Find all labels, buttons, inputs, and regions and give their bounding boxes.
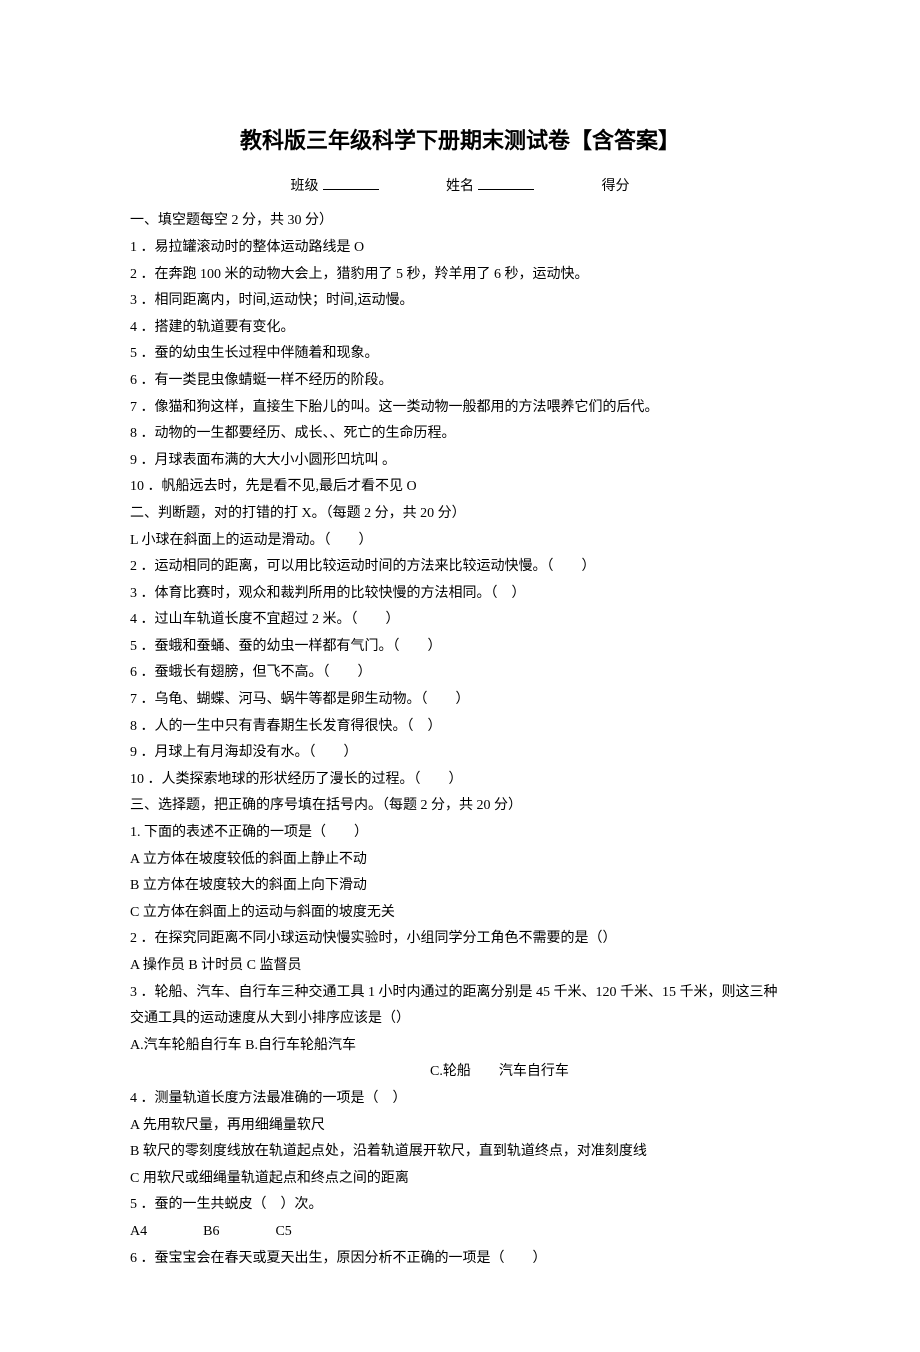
s3-q3-row: A.汽车轮船自行车 B.自行车轮船汽车 C.轮船 汽车自行车 xyxy=(130,1033,790,1086)
title: 教科版三年级科学下册期末测试卷【含答案】 xyxy=(130,120,790,162)
name-label: 姓名 xyxy=(446,179,474,194)
s3-q4: 4 ．测量轨道长度方法最准确的一项是（ ） xyxy=(130,1086,790,1113)
s2-q5: 5 ．蚕蛾和蚕蛹、蚕的幼虫一样都有气门。（ ） xyxy=(130,634,790,661)
section2-head: 二、判断题，对的打错的打 X。（每题 2 分，共 20 分） xyxy=(130,501,790,528)
s2-q10: 10 ．人类探索地球的形状经历了漫长的过程。（ ） xyxy=(130,767,790,794)
s1-q6: 6 ．有一类昆虫像蜻蜓一样不经历的阶段。 xyxy=(130,368,790,395)
s3-q5a: A4 B6 C5 xyxy=(130,1219,790,1246)
s1-q7: 7 ．像猫和狗这样，直接生下胎儿的叫。这一类动物一般都用的方法喂养它们的后代。 xyxy=(130,395,790,422)
name-blank[interactable] xyxy=(478,189,534,190)
class-label: 班级 xyxy=(291,179,319,194)
s1-q3: 3 ．相同距离内，时间,运动快；时间,运动慢。 xyxy=(130,288,790,315)
s3-q3: 3 ．轮船、汽车、自行车三种交通工具 1 小时内通过的距离分别是 45 千米、1… xyxy=(130,980,790,1033)
s2-q4: 4 ．过山车轨道长度不宜超过 2 米。（ ） xyxy=(130,607,790,634)
s3-q6: 6 ．蚕宝宝会在春天或夏天出生，原因分析不正确的一项是（ ） xyxy=(130,1246,790,1273)
s1-q8: 8 ．动物的一生都要经历、成长、、死亡的生命历程。 xyxy=(130,421,790,448)
section1-head: 一、填空题每空 2 分，共 30 分） xyxy=(130,208,790,235)
s3-q4c: C 用软尺或细绳量轨道起点和终点之间的距离 xyxy=(130,1166,790,1193)
s1-q1: 1 ．易拉罐滚动时的整体运动路线是 O xyxy=(130,235,790,262)
s3-q1a: A 立方体在坡度较低的斜面上静止不动 xyxy=(130,847,790,874)
s1-q9: 9 ．月球表面布满的大大小小圆形凹坑叫 。 xyxy=(130,448,790,475)
score-label: 得分 xyxy=(602,179,630,194)
s2-q7: 7 ．乌龟、蝴蝶、河马、蜗牛等都是卵生动物。（ ） xyxy=(130,687,790,714)
s1-q5: 5 ．蚕的幼虫生长过程中伴随着和现象。 xyxy=(130,341,790,368)
s1-q10: 10 ．帆船远去时，先是看不见,最后才看不见 O xyxy=(130,474,790,501)
s2-q9: 9 ．月球上有月海却没有水。（ ） xyxy=(130,740,790,767)
class-blank[interactable] xyxy=(323,189,379,190)
s2-q1: L 小球在斜面上的运动是滑动。（ ） xyxy=(130,528,790,555)
s3-q4b: B 软尺的零刻度线放在轨道起点处，沿着轨道展开软尺，直到轨道终点，对准刻度线 xyxy=(130,1139,790,1166)
s3-q1: 1. 下面的表述不正确的一项是（ ） xyxy=(130,820,790,847)
s2-q6: 6 ．蚕蛾长有翅膀，但飞不高。（ ） xyxy=(130,660,790,687)
s3-q1b: B 立方体在坡度较大的斜面上向下滑动 xyxy=(130,873,790,900)
s3-q4a: A 先用软尺量，再用细绳量软尺 xyxy=(130,1113,790,1140)
s1-q4: 4 ．搭建的轨道要有变化。 xyxy=(130,315,790,342)
s2-q2: 2 ．运动相同的距离，可以用比较运动时间的方法来比较运动快慢。（ ） xyxy=(130,554,790,581)
s1-q2: 2 ．在奔跑 100 米的动物大会上，猎豹用了 5 秒，羚羊用了 6 秒，运动快… xyxy=(130,262,790,289)
s2-q3: 3 ．体育比赛时，观众和裁判所用的比较快慢的方法相同。（ ） xyxy=(130,581,790,608)
s3-q2a: A 操作员 B 计时员 C 监督员 xyxy=(130,953,790,980)
header-fields: 班级 姓名 得分 xyxy=(130,174,790,201)
s3-q1c: C 立方体在斜面上的运动与斜面的坡度无关 xyxy=(130,900,790,927)
s3-q5: 5 ．蚕的一生共蜕皮（ ）次。 xyxy=(130,1192,790,1219)
s3-q3c: C.轮船 汽车自行车 xyxy=(430,1059,569,1086)
s2-q8: 8 ．人的一生中只有青春期生长发育得很快。（ ） xyxy=(130,714,790,741)
s3-q2: 2 ．在探究同距离不同小球运动快慢实验时，小组同学分工角色不需要的是（） xyxy=(130,926,790,953)
s3-q3a: A.汽车轮船自行车 B.自行车轮船汽车 xyxy=(130,1033,356,1060)
section3-head: 三、选择题，把正确的序号填在括号内。（每题 2 分，共 20 分） xyxy=(130,793,790,820)
